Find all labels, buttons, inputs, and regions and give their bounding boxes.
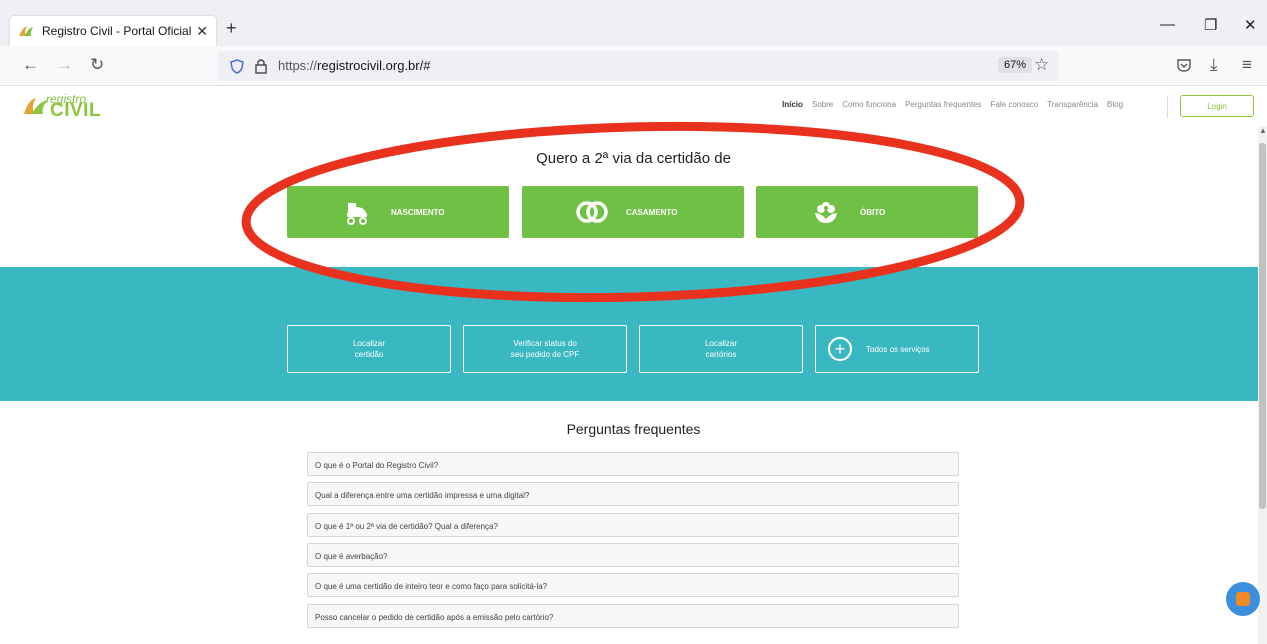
menu-icon[interactable]: ≡ bbox=[1242, 55, 1252, 75]
browser-nav-bar: ← → ↻ https://registrocivil.org.br/# 67%… bbox=[0, 46, 1267, 86]
faq-item[interactable]: O que é averbação? bbox=[307, 543, 959, 567]
pocket-icon[interactable] bbox=[1176, 58, 1192, 73]
flower-icon bbox=[806, 195, 846, 229]
registro-civil-favicon-icon bbox=[19, 26, 33, 36]
faq-item[interactable]: Qual a diferença entre uma certidão impr… bbox=[307, 482, 959, 506]
url-text[interactable]: https://registrocivil.org.br/# bbox=[278, 58, 430, 73]
casamento-label: CASAMENTO bbox=[626, 207, 678, 217]
plus-circle-icon: + bbox=[828, 337, 852, 361]
login-button[interactable]: Login bbox=[1180, 95, 1254, 117]
browser-tab[interactable]: Registro Civil - Portal Oficial ✕ bbox=[10, 16, 216, 46]
window-close-icon[interactable]: ✕ bbox=[1244, 16, 1257, 34]
menu-item-como-funciona[interactable]: Como funciona bbox=[842, 100, 896, 109]
menu-item-blog[interactable]: Blog bbox=[1107, 100, 1123, 109]
rings-icon bbox=[572, 195, 612, 229]
stroller-icon bbox=[337, 195, 377, 229]
obito-button[interactable]: ÓBITO bbox=[756, 186, 978, 238]
shield-icon[interactable] bbox=[230, 59, 244, 74]
menu-item-perguntas-frequentes[interactable]: Perguntas frequentes bbox=[905, 100, 982, 109]
tab-close-icon[interactable]: ✕ bbox=[196, 23, 208, 40]
chat-widget-button[interactable] bbox=[1226, 582, 1260, 616]
services-band: Localizar certidão Verificar status do s… bbox=[0, 267, 1258, 401]
reload-icon[interactable]: ↻ bbox=[90, 55, 104, 75]
verificar-status-cpf-button[interactable]: Verificar status do seu pedido de CPF bbox=[463, 325, 627, 373]
casamento-button[interactable]: CASAMENTO bbox=[522, 186, 744, 238]
hero-title: Quero a 2ª via da certidão de bbox=[536, 150, 731, 167]
bookmark-star-icon[interactable]: ☆ bbox=[1034, 55, 1049, 75]
scroll-up-arrow-icon[interactable]: ▲ bbox=[1259, 126, 1267, 135]
back-icon[interactable]: ← bbox=[22, 55, 39, 75]
tab-title: Registro Civil - Portal Oficial bbox=[42, 24, 192, 38]
menu-item-sobre[interactable]: Sobre bbox=[812, 100, 833, 109]
site-header: registro CIVIL Início Sobre Como funcion… bbox=[0, 86, 1267, 126]
menu-divider bbox=[1167, 96, 1168, 118]
nascimento-label: NASCIMENTO bbox=[391, 207, 445, 217]
faq-item[interactable]: Posso cancelar o pedido de certidão após… bbox=[307, 604, 959, 628]
scrollbar-thumb[interactable] bbox=[1259, 143, 1266, 509]
zoom-indicator[interactable]: 67% bbox=[998, 57, 1033, 73]
faq-title: Perguntas frequentes bbox=[566, 421, 701, 437]
lock-icon[interactable] bbox=[254, 58, 268, 74]
nascimento-button[interactable]: NASCIMENTO bbox=[287, 186, 509, 238]
faq-item[interactable]: O que é 1ª ou 2ª via de certidão? Qual a… bbox=[307, 513, 959, 537]
menu-item-transparencia[interactable]: Transparência bbox=[1047, 100, 1098, 109]
new-tab-button[interactable]: + bbox=[226, 18, 237, 39]
menu-item-fale-conosco[interactable]: Fale conosco bbox=[991, 100, 1039, 109]
browser-tab-bar: Registro Civil - Portal Oficial ✕ + — ❐ … bbox=[0, 0, 1267, 46]
url-bar[interactable]: https://registrocivil.org.br/# 67% ☆ bbox=[218, 51, 1058, 81]
todos-os-servicos-button[interactable]: + Todos os serviços bbox=[815, 325, 979, 373]
site-menu: Início Sobre Como funciona Perguntas fre… bbox=[782, 100, 1123, 109]
forward-icon[interactable]: → bbox=[56, 55, 73, 75]
minimize-icon[interactable]: — bbox=[1160, 16, 1175, 33]
localizar-cartorios-button[interactable]: Localizar cartórios bbox=[639, 325, 803, 373]
todos-os-servicos-label: Todos os serviços bbox=[866, 344, 930, 354]
restore-icon[interactable]: ❐ bbox=[1204, 16, 1217, 34]
localizar-certidao-button[interactable]: Localizar certidão bbox=[287, 325, 451, 373]
chat-box-icon bbox=[1236, 592, 1250, 606]
menu-item-inicio[interactable]: Início bbox=[782, 100, 803, 109]
faq-item[interactable]: O que é o Portal do Registro Civil? bbox=[307, 452, 959, 476]
logo-big-text: CIVIL bbox=[50, 100, 102, 121]
download-icon[interactable]: ⤓ bbox=[1210, 55, 1218, 75]
obito-label: ÓBITO bbox=[860, 207, 886, 217]
faq-item[interactable]: O que é uma certidão de inteiro teor e c… bbox=[307, 573, 959, 597]
